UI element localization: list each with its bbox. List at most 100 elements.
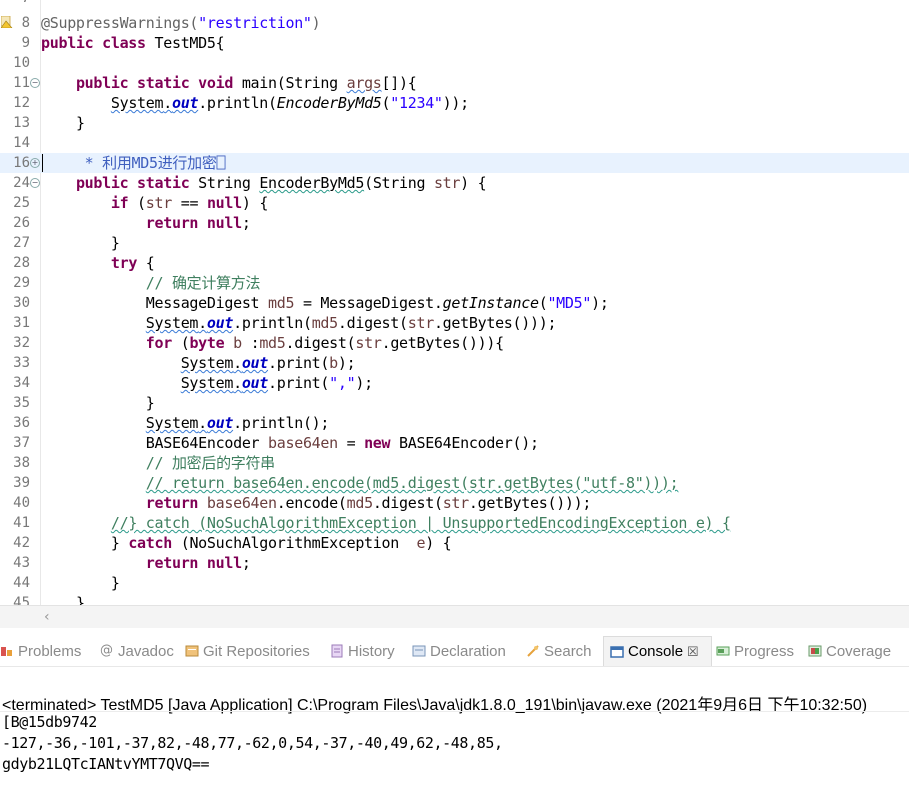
- comment: //} catch (NoSuchAlgorithmException | Un…: [110, 514, 731, 532]
- code-line: 26 return null;: [0, 213, 909, 233]
- code-line: 10: [0, 53, 909, 73]
- method-call: EncoderByMd5: [276, 94, 382, 112]
- coverage-icon: [808, 645, 822, 657]
- history-icon: [331, 644, 343, 658]
- code-line: 8 @SuppressWarnings("restriction"): [0, 13, 909, 33]
- line-number: 13: [13, 115, 30, 131]
- line-number: 27: [13, 235, 30, 251]
- scroll-left-icon[interactable]: ‹: [44, 609, 50, 625]
- line-number: 29: [13, 275, 30, 291]
- code-line: 27 }: [0, 233, 909, 253]
- code-line: 29 // 确定计算方法: [0, 273, 909, 293]
- console-view[interactable]: <terminated> TestMD5 [Java Application] …: [0, 666, 909, 790]
- code-line: 30 MessageDigest md5 = MessageDigest.get…: [0, 293, 909, 313]
- tab-label: Search: [544, 642, 592, 660]
- view-tab-bar: Problems @ Javadoc Git Repositories Hist…: [0, 636, 909, 666]
- search-icon: [527, 645, 539, 657]
- console-output-line: gdyb21LQTcIANtvYMT7QVQ==: [2, 755, 210, 773]
- line-number: 45: [13, 595, 30, 605]
- javadoc-comment: * 利用MD5进行加密⎕: [75, 154, 226, 172]
- horizontal-scrollbar[interactable]: ‹: [0, 605, 909, 628]
- tab-search[interactable]: Search: [526, 636, 592, 666]
- code-line: 12 System.out.println(EncoderByMd5("1234…: [0, 93, 909, 113]
- annotation: @SuppressWarnings(: [41, 14, 199, 32]
- string-literal: "restriction": [198, 14, 312, 32]
- console-output-line: -127,-36,-101,-37,82,-48,77,-62,0,54,-37…: [2, 734, 503, 752]
- code-line: 31 System.out.println(md5.digest(str.get…: [0, 313, 909, 333]
- code-line: 42 } catch (NoSuchAlgorithmException e) …: [0, 533, 909, 553]
- line-number: 9: [21, 35, 30, 51]
- code-text: .println(: [198, 94, 277, 112]
- comment: // 加密后的字符串: [145, 454, 275, 472]
- code-line: 28 try {: [0, 253, 909, 273]
- line-number: 37: [13, 435, 30, 451]
- divider: [0, 711, 909, 712]
- tab-label: Javadoc: [118, 642, 174, 660]
- code-line: 36 System.out.println();: [0, 413, 909, 433]
- code-line: 45 }: [0, 593, 909, 605]
- code-line: 24 − public static String EncoderByMd5(S…: [0, 173, 909, 193]
- line-number: 39: [13, 475, 30, 491]
- tab-label: Problems: [18, 642, 82, 660]
- code-text: System.out: [110, 94, 199, 112]
- line-number: 14: [13, 135, 30, 151]
- code-line: 7: [0, 0, 909, 8]
- text-cursor: [42, 154, 43, 172]
- line-number: 40: [13, 495, 30, 511]
- line-number: 11: [13, 75, 30, 91]
- tab-problems[interactable]: Problems: [0, 636, 81, 666]
- code-line: 40 return base64en.encode(md5.digest(str…: [0, 493, 909, 513]
- fold-plus-icon[interactable]: +: [30, 158, 40, 168]
- code-text: main(String: [233, 74, 347, 92]
- tab-label: Coverage: [826, 642, 892, 660]
- close-tab-icon[interactable]: ☒: [687, 644, 699, 660]
- tab-git-repositories[interactable]: Git Repositories: [185, 636, 310, 666]
- line-number: 41: [13, 515, 30, 531]
- line-number: 38: [13, 455, 30, 471]
- tab-history[interactable]: History: [330, 636, 395, 666]
- class-name: TestMD5{: [145, 34, 225, 52]
- tab-label: History: [348, 642, 395, 660]
- code-line: 11 − public static void main(String args…: [0, 73, 909, 93]
- keyword: public class: [41, 34, 146, 52]
- method-name: EncoderByMd5: [259, 174, 365, 192]
- fold-minus-icon[interactable]: −: [30, 178, 40, 188]
- line-number: 10: [13, 55, 30, 71]
- code-line: 33 System.out.print(b);: [0, 353, 909, 373]
- line-number: 24: [13, 175, 30, 191]
- progress-icon: [716, 646, 730, 656]
- comment: // return base64en.encode(md5.digest(str…: [145, 474, 679, 492]
- console-output-line: [B@15db9742: [2, 713, 97, 731]
- comment: // 确定计算方法: [145, 274, 261, 292]
- declaration-icon: [412, 645, 426, 657]
- line-number: 25: [13, 195, 30, 211]
- line-number: 35: [13, 395, 30, 411]
- fold-minus-icon[interactable]: −: [30, 78, 40, 88]
- tab-javadoc[interactable]: @ Javadoc: [100, 636, 174, 666]
- code-editor[interactable]: 7 8 @SuppressWarnings("restriction") 9 p…: [0, 0, 909, 605]
- tab-label: Console: [628, 643, 684, 660]
- tab-declaration[interactable]: Declaration: [412, 636, 506, 666]
- line-number: 16: [13, 155, 30, 171]
- code-line: 34 System.out.print(",");: [0, 373, 909, 393]
- git-icon: [185, 645, 199, 657]
- tab-label: Progress: [734, 642, 795, 660]
- code-line: 9 public class TestMD5{: [0, 33, 909, 53]
- line-number: 7: [0, 0, 30, 8]
- line-number: 32: [13, 335, 30, 351]
- code-text: []){: [381, 74, 417, 92]
- warning-icon[interactable]: [1, 16, 13, 28]
- tab-console[interactable]: Console ☒: [603, 636, 712, 666]
- problems-icon: [1, 647, 12, 656]
- code-line: 41 //} catch (NoSuchAlgorithmException |…: [0, 513, 909, 533]
- code-line: 13 }: [0, 113, 909, 133]
- code-line: 38 // 加密后的字符串: [0, 453, 909, 473]
- code-line: 44 }: [0, 573, 909, 593]
- tab-coverage[interactable]: Coverage: [808, 636, 891, 666]
- line-number: 36: [13, 415, 30, 431]
- tab-progress[interactable]: Progress: [716, 636, 794, 666]
- tab-label: Git Repositories: [203, 642, 310, 660]
- console-icon: [610, 645, 624, 658]
- annotation-end: ): [311, 14, 321, 32]
- line-number: 33: [13, 355, 30, 371]
